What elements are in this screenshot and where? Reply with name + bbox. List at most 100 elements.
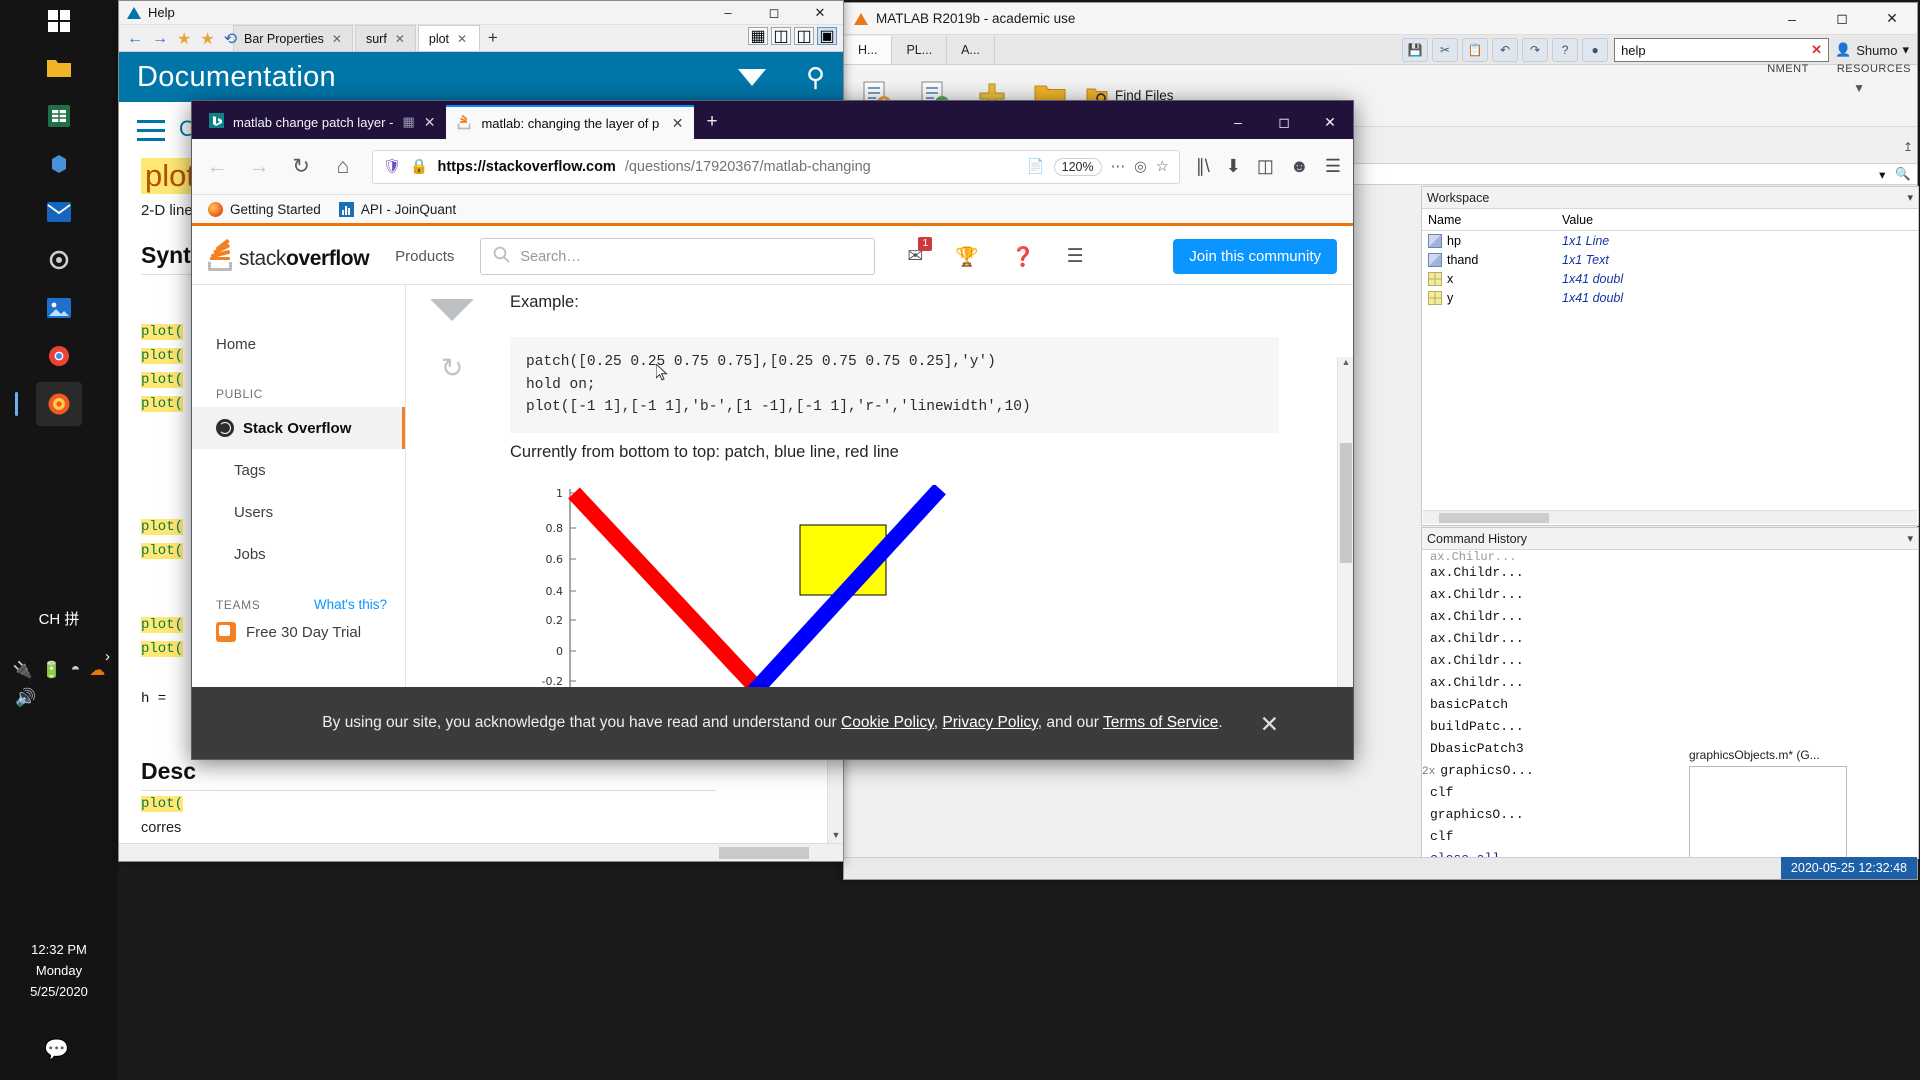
help-circle-icon[interactable]: ❓: [1011, 245, 1035, 269]
taskbar-tray[interactable]: 🔌 🔋 ◓ ☁: [0, 660, 118, 680]
matlab-titlebar[interactable]: MATLAB R2019b - academic use – ◻ ✕: [844, 3, 1917, 35]
home-icon[interactable]: ⌂: [330, 155, 356, 179]
url-bar[interactable]: 🛡 🔒 https://stackoverflow.com/questions/…: [372, 149, 1180, 184]
help-tab-plot[interactable]: plot ✕: [417, 25, 480, 51]
stackoverflow-logo[interactable]: stackoverflow: [208, 238, 370, 271]
taskbar-firefox-icon[interactable]: [15, 382, 82, 426]
table-row[interactable]: thand 1x1 Text: [1422, 250, 1918, 269]
library-icon[interactable]: ∥\: [1196, 156, 1210, 177]
help-view-buttons[interactable]: ▦ ◫ ◫ ▣: [748, 27, 837, 45]
firefox-tab-bing[interactable]: matlab change patch layer - ▦ ✕: [198, 105, 446, 139]
matlab-tab-plots[interactable]: PL...: [892, 36, 948, 64]
matlab-account-menu[interactable]: 👤 Shumo ▾: [1835, 42, 1909, 58]
sidebar-item-stack-overflow[interactable]: Stack Overflow: [192, 407, 405, 449]
menu-icon[interactable]: ☰: [1325, 156, 1341, 177]
pocket-icon[interactable]: ◎: [1134, 159, 1147, 175]
sidebar-item-jobs[interactable]: Jobs: [192, 533, 405, 575]
firefox-minimize-button[interactable]: –: [1215, 105, 1261, 139]
help-question-icon[interactable]: ?: [1552, 38, 1579, 62]
download-icon[interactable]: ⬇: [1226, 156, 1241, 177]
matlab-quickaccess-icons[interactable]: 💾 ✂ 📋 ↶ ↷ ? ●: [1402, 38, 1609, 62]
stackoverflow-header[interactable]: stackoverflow Products Search… ✉ 1 🏆 ❓ ☰ …: [192, 229, 1353, 285]
tray-battery-icon[interactable]: 🔋: [42, 660, 62, 680]
breadcrumb-controls[interactable]: ▾ 🔍: [1879, 167, 1917, 182]
bookmark-star-icon[interactable]: ☆: [1156, 159, 1169, 175]
firefox-bookmarks-bar[interactable]: Getting Started API - JoinQuant: [192, 195, 1353, 226]
matlab-close-button[interactable]: ✕: [1867, 3, 1917, 34]
sidebar-item-free-trial[interactable]: Free 30 Day Trial: [192, 622, 405, 642]
taskbar-action-center-icon[interactable]: 💬: [44, 1037, 69, 1062]
documentation-banner-actions[interactable]: ⚲: [737, 62, 825, 93]
revision-history-icon[interactable]: ↻: [430, 353, 474, 384]
help-new-tab-button[interactable]: +: [488, 28, 498, 48]
firefox-close-button[interactable]: ✕: [1307, 105, 1353, 139]
taskbar-photos-icon[interactable]: [36, 286, 82, 330]
matlab-minimize-button[interactable]: –: [1767, 3, 1817, 34]
view-split-horizontal-icon[interactable]: ◫: [794, 27, 814, 45]
scroll-up-icon[interactable]: ▲: [1338, 357, 1353, 373]
matlab-quickaccess[interactable]: 💾 ✂ 📋 ↶ ↷ ? ● help ✕ 👤 Shumo ▾: [1402, 38, 1917, 64]
breadcrumb-dropdown-icon[interactable]: ▾: [1879, 167, 1885, 182]
workspace-panel[interactable]: Workspace ▾ Name Value hp 1x1 Line thand…: [1421, 186, 1919, 526]
tray-volume-icon[interactable]: 🔊: [6, 688, 46, 714]
tray-usb-icon[interactable]: 🔌: [13, 660, 33, 680]
answer-vote-gutter[interactable]: ↻: [430, 299, 474, 384]
search-input[interactable]: Search…: [480, 238, 876, 275]
reload-icon[interactable]: ↻: [288, 154, 314, 179]
taskbar-mail-icon[interactable]: [36, 190, 82, 234]
firefox-window-controls[interactable]: – ◻ ✕: [1215, 105, 1353, 139]
nav-products[interactable]: Products: [395, 248, 454, 265]
achievements-trophy-icon[interactable]: 🏆: [955, 245, 979, 269]
redo-icon[interactable]: ↷: [1522, 38, 1549, 62]
bookmark-getting-started[interactable]: Getting Started: [208, 201, 321, 217]
view-split-vertical-icon[interactable]: ◫: [771, 27, 791, 45]
firefox-tab-stackoverflow[interactable]: matlab: changing the layer of p ✕: [446, 105, 695, 139]
join-community-button[interactable]: Join this community: [1173, 239, 1337, 274]
close-icon[interactable]: ✕: [395, 32, 405, 46]
site-switcher-icon[interactable]: ☰: [1067, 245, 1084, 268]
firefox-window[interactable]: matlab change patch layer - ▦ ✕ matlab: …: [191, 100, 1354, 760]
matlab-tab-home[interactable]: H...: [844, 36, 893, 64]
undo-icon[interactable]: ↶: [1492, 38, 1519, 62]
help-maximize-button[interactable]: ◻: [751, 1, 797, 24]
matlab-window-controls[interactable]: – ◻ ✕: [1767, 3, 1917, 34]
matlab-search-clear-icon[interactable]: ✕: [1811, 42, 1822, 58]
taskbar-file-explorer-icon[interactable]: [36, 46, 82, 90]
command-history-menu-icon[interactable]: ▾: [1907, 532, 1913, 545]
downvote-icon[interactable]: [430, 299, 474, 321]
bookmark-api-joinquant[interactable]: API - JoinQuant: [338, 201, 456, 217]
matlab-search-input[interactable]: help ✕: [1614, 38, 1830, 62]
help-forward-icon[interactable]: →: [152, 30, 168, 48]
ribbon-expand-chevron-icon[interactable]: ▼: [1853, 81, 1865, 95]
terms-of-service-link[interactable]: Terms of Service: [1103, 714, 1218, 731]
table-row[interactable]: x 1x41 doubl: [1422, 269, 1918, 288]
community-icon[interactable]: ●: [1582, 38, 1609, 62]
workspace-table[interactable]: Name Value hp 1x1 Line thand 1x1 Text x …: [1422, 209, 1918, 307]
help-favorites-icon[interactable]: ★: [200, 29, 214, 49]
help-tab-surf[interactable]: surf ✕: [354, 25, 416, 51]
workspace-col-name[interactable]: Name: [1422, 213, 1562, 227]
firefox-new-tab-button[interactable]: +: [706, 111, 717, 133]
view-single-icon[interactable]: ▣: [817, 27, 837, 45]
privacy-policy-link[interactable]: Privacy Policy: [942, 714, 1037, 731]
help-home-icon[interactable]: ★: [177, 29, 191, 49]
scrollbar-thumb[interactable]: [1439, 513, 1549, 523]
sidebar-item-users[interactable]: Users: [192, 491, 405, 533]
chevron-down-icon[interactable]: [737, 68, 766, 86]
help-back-icon[interactable]: ←: [127, 30, 143, 48]
workspace-panel-menu-icon[interactable]: ▾: [1907, 191, 1913, 204]
close-icon[interactable]: ✕: [672, 115, 684, 132]
table-row[interactable]: y 1x41 doubl: [1422, 288, 1918, 307]
taskbar-settings-icon[interactable]: [36, 238, 82, 282]
help-close-button[interactable]: ✕: [797, 1, 843, 24]
cookie-dismiss-button[interactable]: ✕: [1260, 711, 1279, 738]
figure-thumbnail[interactable]: [1689, 766, 1847, 861]
taskbar-ime-indicator[interactable]: CH 拼: [0, 608, 118, 629]
table-row[interactable]: hp 1x1 Line: [1422, 231, 1918, 250]
help-horizontal-scrollbar[interactable]: [119, 843, 843, 861]
scrollbar-thumb[interactable]: [1340, 443, 1352, 563]
scroll-down-icon[interactable]: ▼: [828, 827, 844, 843]
workspace-horizontal-scrollbar[interactable]: [1423, 510, 1917, 524]
help-minimize-button[interactable]: –: [705, 1, 751, 24]
taskbar-excel-icon[interactable]: [36, 94, 82, 138]
